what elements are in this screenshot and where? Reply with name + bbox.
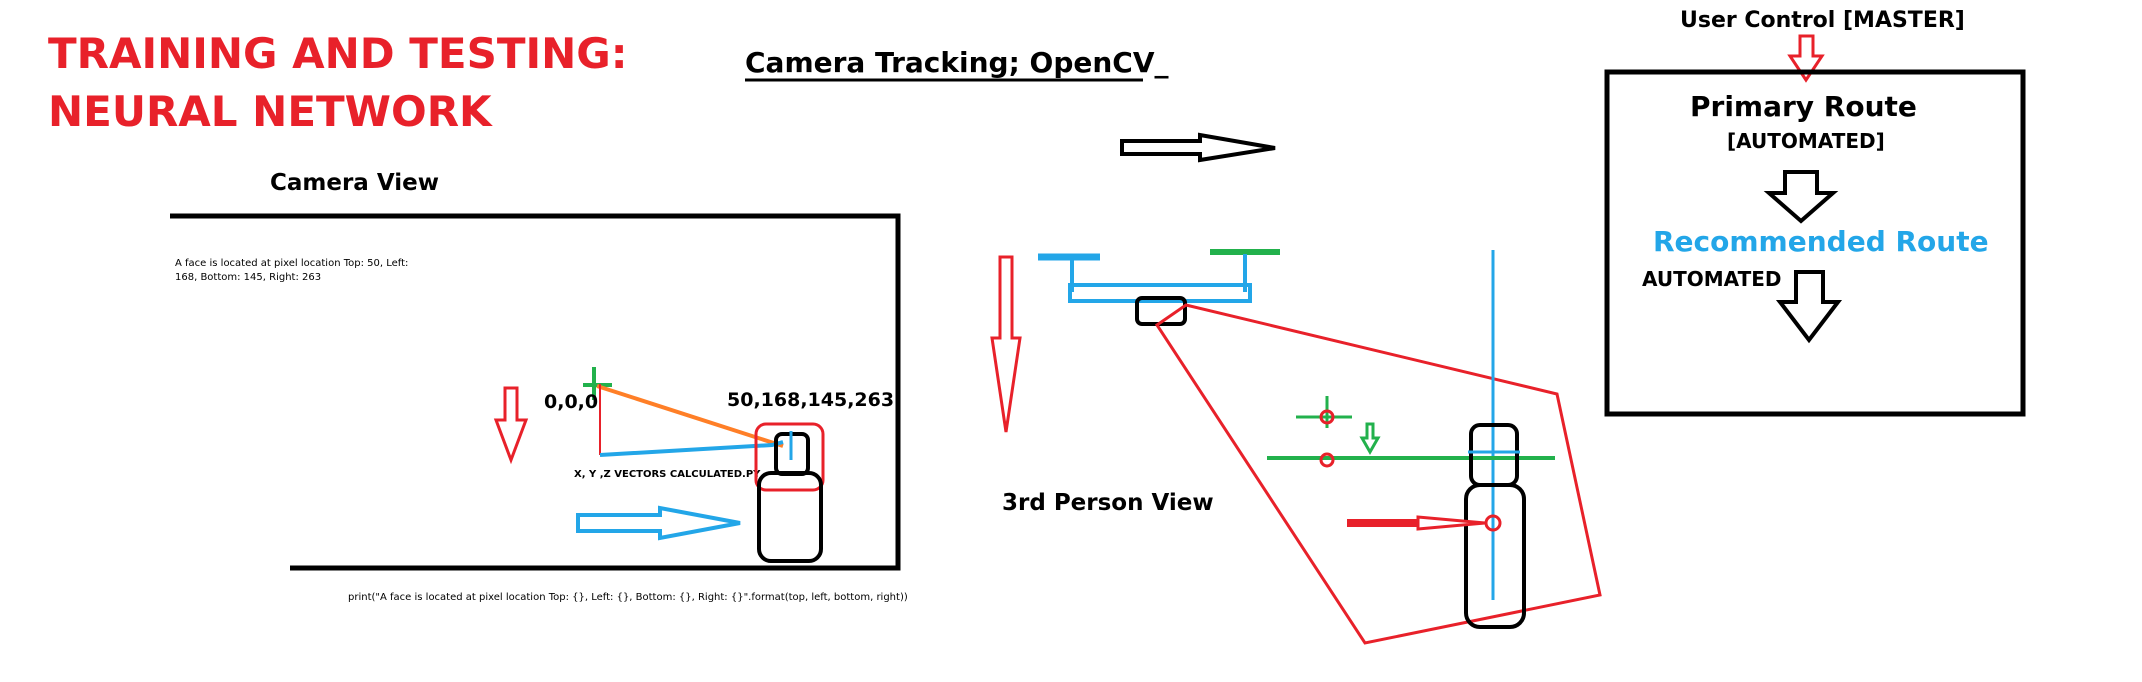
pointer-arrow-head <box>1416 515 1486 531</box>
primary-route-label: Primary Route <box>1690 90 1917 123</box>
user-control-label: User Control [MASTER] <box>1680 8 1965 33</box>
camera-right-arrow <box>576 505 741 541</box>
descent-arrow <box>990 255 1022 433</box>
camera-view-label: Camera View <box>270 170 439 196</box>
coords-label: 50,168,145,263 <box>727 389 894 411</box>
face-location-text-2: 168, Bottom: 145, Right: 263 <box>175 272 321 283</box>
face-location-text-1: A face is located at pixel location Top:… <box>175 258 408 269</box>
route-arrow-1 <box>1763 170 1839 224</box>
origin-label: 0,0,0 <box>544 391 598 413</box>
automated-label-1: [AUTOMATED] <box>1727 129 1885 153</box>
title-line-2: NEURAL NETWORK <box>48 87 493 136</box>
print-code: print("A face is located at pixel locati… <box>348 592 908 603</box>
route-arrow-2 <box>1775 270 1843 344</box>
flight-direction-arrow <box>1120 132 1276 163</box>
drone-tracking-diagram: TRAINING AND TESTING: NEURAL NETWORK Cam… <box>48 8 2026 645</box>
automated-label-2: AUTOMATED <box>1642 267 1781 291</box>
title-line-1: TRAINING AND TESTING: <box>48 29 628 78</box>
recommended-route-label: Recommended Route <box>1653 225 1989 258</box>
person-body <box>757 471 823 563</box>
vectors-calculated-label: X, Y ,Z VECTORS CALCULATED.PY <box>574 469 761 480</box>
subtitle: Camera Tracking; OpenCV_ <box>745 46 1169 79</box>
green-down-arrow <box>1359 422 1381 456</box>
camera-down-arrow <box>493 386 529 465</box>
target-body <box>1464 483 1526 629</box>
third-person-view-label: 3rd Person View <box>1002 490 1214 516</box>
camera-field-of-view <box>1154 303 1602 645</box>
